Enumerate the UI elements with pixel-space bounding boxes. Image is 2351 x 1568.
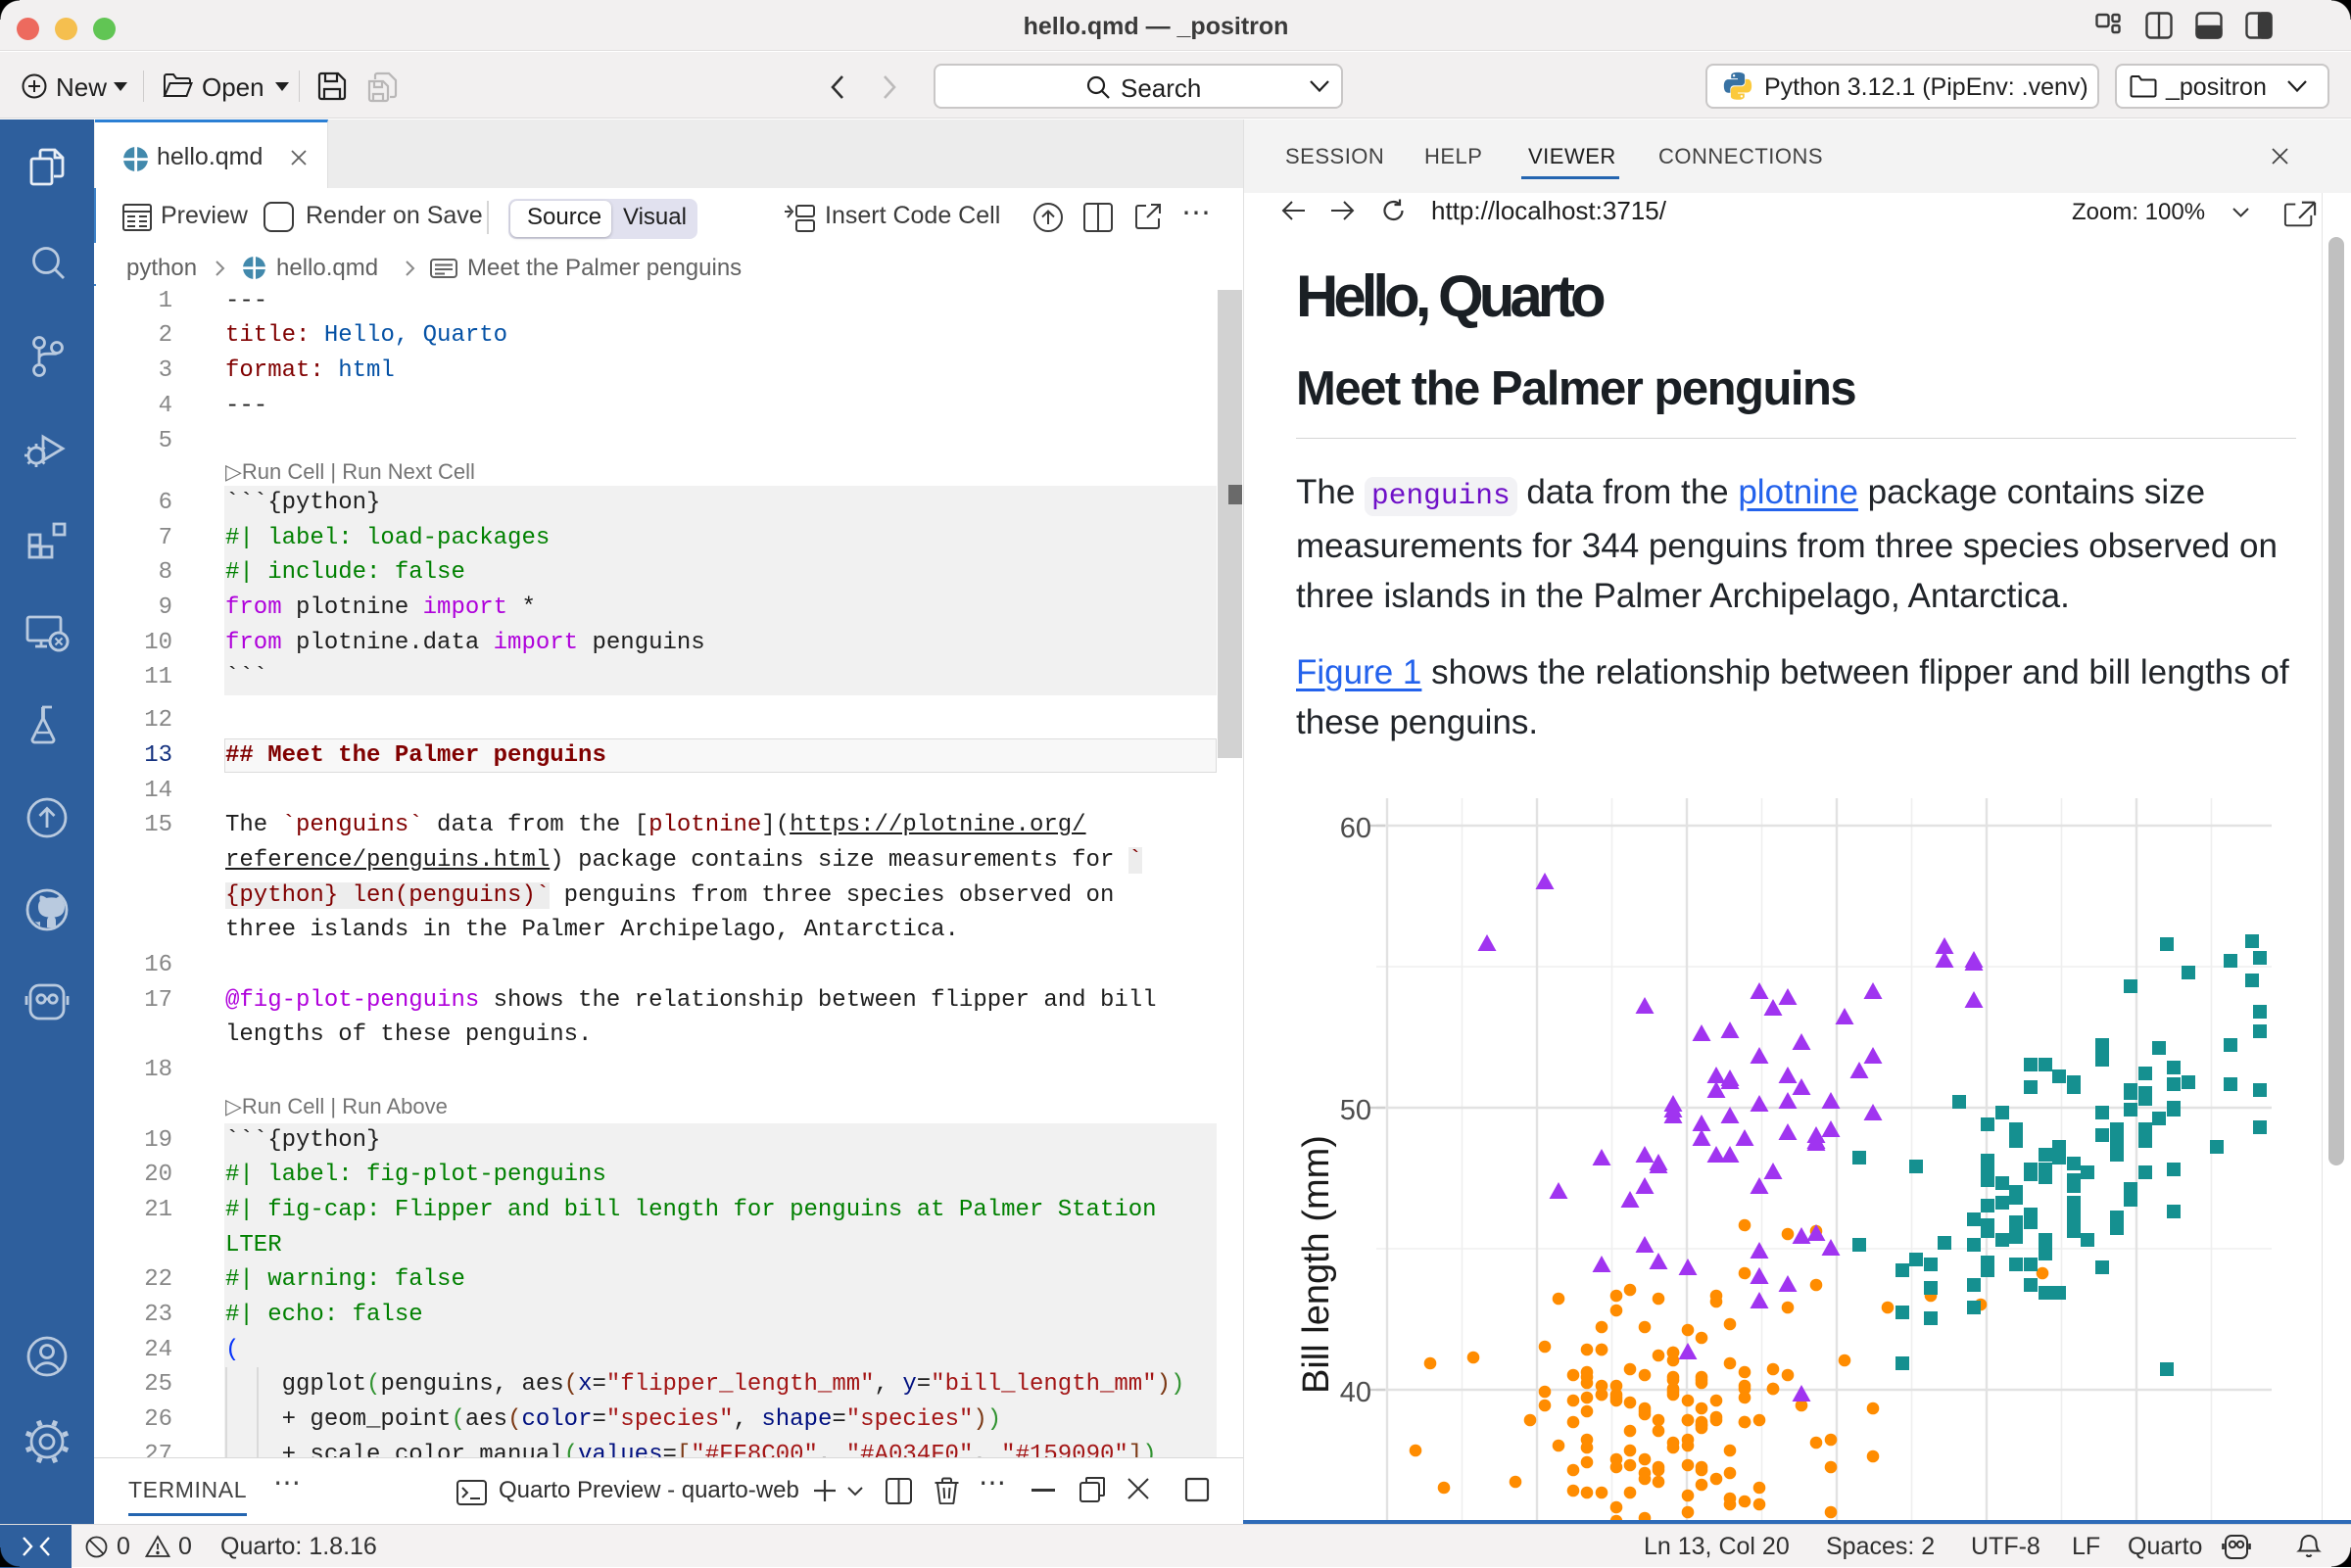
svg-text:Bill length (mm): Bill length (mm): [1296, 1135, 1337, 1394]
svg-text:50: 50: [1340, 1095, 1371, 1126]
svg-text:40: 40: [1340, 1377, 1371, 1408]
svg-text:60: 60: [1340, 813, 1371, 844]
